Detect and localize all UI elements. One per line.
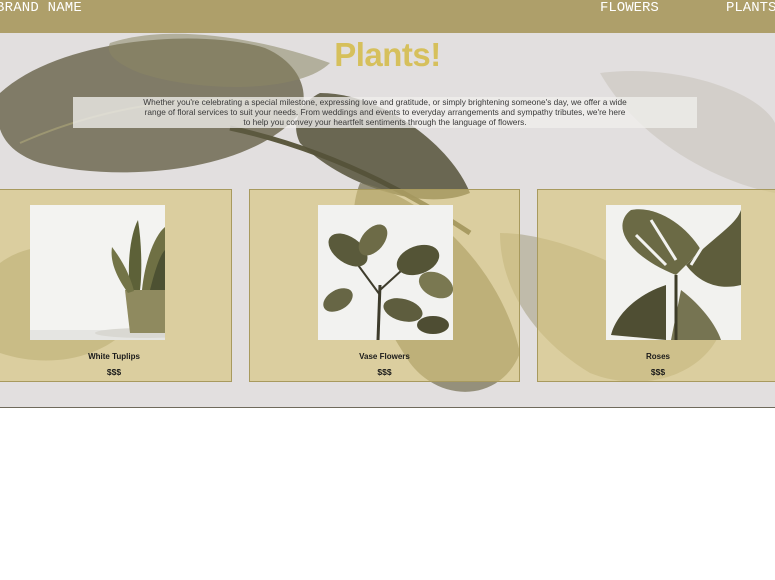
monstera-leaf-icon <box>606 205 741 340</box>
hero-divider <box>0 407 775 408</box>
product-price: $$$ <box>106 367 122 377</box>
product-card-white-tuplips[interactable]: White Tuplips $$$ <box>0 189 232 382</box>
product-card-vase-flowers[interactable]: Vase Flowers $$$ <box>249 189 520 382</box>
brand-name[interactable]: BRAND NAME <box>0 0 82 16</box>
fiddle-leaf-fig-icon <box>318 205 453 340</box>
product-price: $$$ <box>650 367 666 377</box>
intro-text: Whether you're celebrating a special mil… <box>143 97 627 127</box>
product-name: Vase Flowers <box>359 352 410 361</box>
product-name: White Tuplips <box>88 352 140 361</box>
page-title: Plants! <box>334 36 441 73</box>
navbar: BRAND NAME FLOWERS PLANTS <box>0 0 775 33</box>
product-price: $$$ <box>377 367 392 377</box>
nav-link-flowers[interactable]: FLOWERS <box>600 0 659 16</box>
hero-section: Plants! Whether you're celebrating a spe… <box>0 33 775 408</box>
product-name: Roses <box>645 352 670 361</box>
product-card-roses[interactable]: Roses $$$ <box>537 189 775 382</box>
nav-link-plants[interactable]: PLANTS <box>726 0 775 16</box>
potted-snake-plant-icon <box>30 205 165 340</box>
